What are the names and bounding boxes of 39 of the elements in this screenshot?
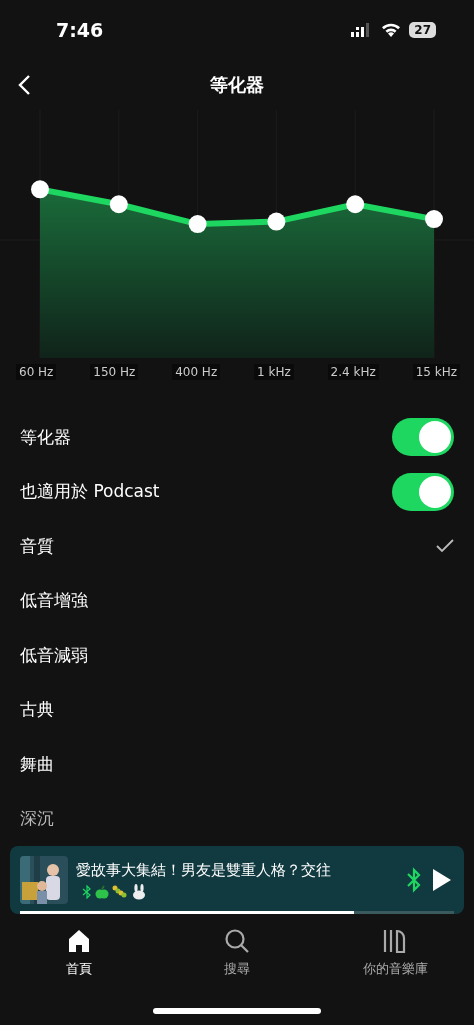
caterpillar-icon xyxy=(112,884,128,899)
bluetooth-icon[interactable] xyxy=(406,867,422,893)
frequency-label: 60 Hz xyxy=(16,364,57,380)
frequency-label: 2.4 kHz xyxy=(327,364,379,380)
bluetooth-icon xyxy=(82,884,92,899)
preset-item[interactable]: 深沉 xyxy=(20,807,54,831)
battery-indicator: 27 xyxy=(409,22,436,38)
preset-item[interactable]: 低音增強 xyxy=(20,589,88,613)
preset-item[interactable]: 古典 xyxy=(20,698,54,722)
frequency-label: 150 Hz xyxy=(90,364,139,380)
toggle-switch[interactable] xyxy=(392,418,454,457)
eq-handle[interactable] xyxy=(109,195,128,214)
frequency-label: 1 kHz xyxy=(254,364,294,380)
eq-handle[interactable] xyxy=(346,195,365,214)
setting-label: 等化器 xyxy=(20,425,71,449)
home-icon xyxy=(66,928,92,954)
eq-handle[interactable] xyxy=(31,180,49,199)
apple-icon xyxy=(95,884,109,899)
mini-player[interactable]: 愛故事大集結！男友是雙重人格？交往 xyxy=(10,846,464,914)
setting-label: 也適用於 Podcast xyxy=(20,480,160,504)
rabbit-icon xyxy=(131,883,147,900)
preset-item[interactable]: 舞曲 xyxy=(20,752,54,776)
library-icon xyxy=(382,928,408,954)
eq-handle[interactable] xyxy=(267,212,286,231)
preset-item[interactable]: 音質 xyxy=(20,534,54,558)
status-time: 7:46 xyxy=(56,19,104,41)
page-title: 等化器 xyxy=(210,73,264,97)
wifi-icon xyxy=(381,23,402,37)
tab-bar-item[interactable]: 你的音樂庫 xyxy=(316,928,474,978)
tab-bar-item[interactable]: 搜尋 xyxy=(158,928,316,978)
toggle-switch[interactable] xyxy=(392,472,454,511)
preset-item[interactable]: 低音減弱 xyxy=(20,643,88,667)
episode-title: 愛故事大集結！男友是雙重人格？交往 xyxy=(76,860,332,880)
frequency-label: 400 Hz xyxy=(172,364,221,380)
frequency-label: 15 kHz xyxy=(412,364,460,380)
eq-handle[interactable] xyxy=(425,210,443,229)
search-icon xyxy=(224,928,250,954)
tab-bar-item[interactable]: 首頁 xyxy=(0,928,158,978)
eq-handle[interactable] xyxy=(188,215,207,234)
